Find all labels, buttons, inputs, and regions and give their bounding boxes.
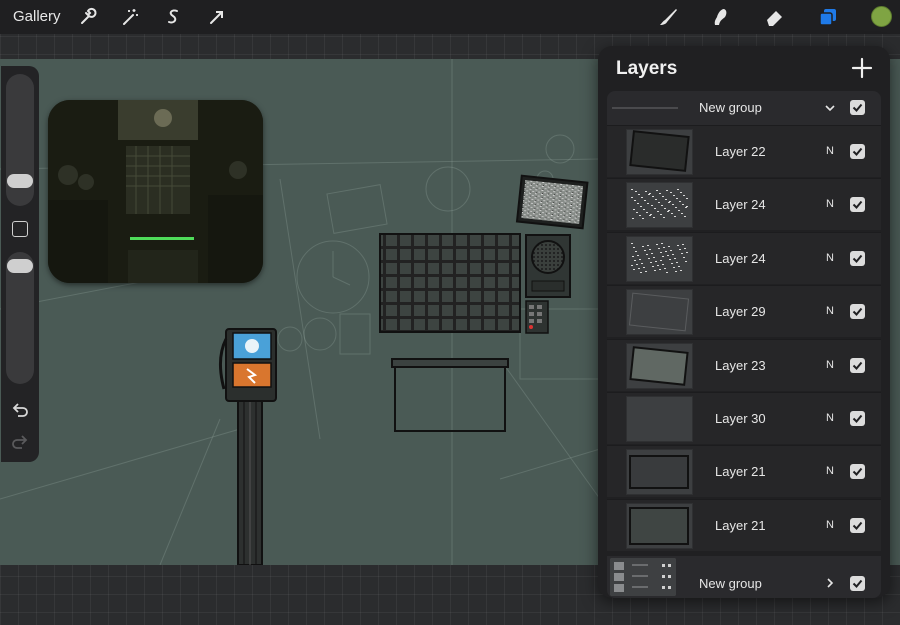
undo-icon[interactable] bbox=[10, 400, 30, 420]
reference-window[interactable] bbox=[48, 100, 263, 283]
visibility-checkbox[interactable] bbox=[850, 304, 865, 320]
layer-name: Layer 24 bbox=[715, 250, 766, 266]
layer-name: Layer 21 bbox=[715, 464, 766, 480]
blend-mode-button[interactable]: N bbox=[826, 198, 834, 210]
visibility-checkbox[interactable] bbox=[850, 197, 865, 213]
bottom-area bbox=[0, 565, 900, 625]
group-row-top[interactable]: New group bbox=[607, 91, 881, 125]
visibility-checkbox[interactable] bbox=[850, 250, 865, 266]
visibility-checkbox[interactable] bbox=[850, 517, 865, 533]
plus-icon[interactable] bbox=[850, 56, 874, 80]
smudge-icon[interactable] bbox=[709, 6, 731, 28]
layer-thumbnail bbox=[626, 502, 693, 549]
left-sidebar bbox=[1, 66, 39, 462]
layer-row[interactable]: Layer 24 N bbox=[607, 231, 881, 284]
layer-thumbnail bbox=[626, 129, 693, 175]
layer-row[interactable]: Layer 21 N bbox=[607, 498, 881, 551]
blend-mode-button[interactable]: N bbox=[826, 359, 834, 371]
layer-name: Layer 24 bbox=[715, 197, 766, 213]
layer-row[interactable]: Layer 21 N bbox=[607, 445, 881, 498]
visibility-checkbox[interactable] bbox=[850, 100, 865, 115]
layer-row[interactable]: Layer 29 N bbox=[607, 285, 881, 338]
blend-mode-button[interactable]: N bbox=[826, 519, 834, 531]
selection-icon[interactable] bbox=[163, 6, 185, 28]
blend-mode-button[interactable]: N bbox=[826, 412, 834, 424]
layer-row[interactable]: Layer 24 N bbox=[607, 178, 881, 231]
layers-panel-title: Layers bbox=[616, 58, 678, 79]
layer-thumbnail bbox=[626, 289, 693, 336]
group-name: New group bbox=[699, 100, 762, 115]
blend-mode-button[interactable]: N bbox=[826, 252, 834, 264]
blend-mode-button[interactable]: N bbox=[826, 305, 834, 317]
visibility-checkbox[interactable] bbox=[850, 411, 865, 426]
layers-panel: Layers New group Layer 22 N Layer 24 N L… bbox=[598, 46, 890, 598]
brush-size-knob[interactable] bbox=[7, 174, 33, 188]
gallery-button[interactable]: Gallery bbox=[13, 8, 61, 25]
layer-thumbnail bbox=[626, 342, 693, 389]
group-divider bbox=[612, 107, 678, 109]
layer-row[interactable]: Layer 22 N bbox=[607, 125, 881, 177]
layer-row[interactable]: Layer 23 N bbox=[607, 338, 881, 391]
blend-mode-button[interactable]: N bbox=[826, 465, 834, 477]
magic-wand-icon[interactable] bbox=[119, 6, 141, 28]
visibility-checkbox[interactable] bbox=[850, 464, 865, 480]
eraser-icon[interactable] bbox=[763, 6, 785, 28]
layer-name: Layer 21 bbox=[715, 517, 766, 533]
layer-name: Layer 23 bbox=[715, 357, 766, 373]
layer-name: Layer 29 bbox=[715, 304, 766, 320]
blend-mode-button[interactable]: N bbox=[826, 145, 834, 157]
opacity-knob[interactable] bbox=[7, 259, 33, 273]
transform-arrow-icon[interactable] bbox=[206, 6, 228, 28]
layer-thumbnail bbox=[626, 449, 693, 496]
layer-thumbnail bbox=[626, 396, 693, 442]
layers-icon[interactable] bbox=[817, 6, 839, 28]
reference-image bbox=[48, 100, 263, 283]
layer-row[interactable]: Layer 30 N bbox=[607, 392, 881, 444]
visibility-checkbox[interactable] bbox=[850, 144, 865, 159]
layer-thumbnail bbox=[626, 182, 693, 229]
modify-button[interactable] bbox=[12, 221, 28, 237]
brush-icon[interactable] bbox=[657, 6, 679, 28]
redo-icon[interactable] bbox=[10, 432, 30, 452]
layer-name: Layer 30 bbox=[715, 411, 766, 426]
chevron-down-icon[interactable] bbox=[823, 101, 837, 115]
top-toolbar: Gallery bbox=[0, 0, 900, 34]
wrench-icon[interactable] bbox=[76, 6, 98, 28]
color-picker-button[interactable] bbox=[871, 6, 892, 27]
visibility-checkbox[interactable] bbox=[850, 357, 865, 373]
layer-thumbnail bbox=[626, 235, 693, 282]
layer-name: Layer 22 bbox=[715, 144, 766, 159]
